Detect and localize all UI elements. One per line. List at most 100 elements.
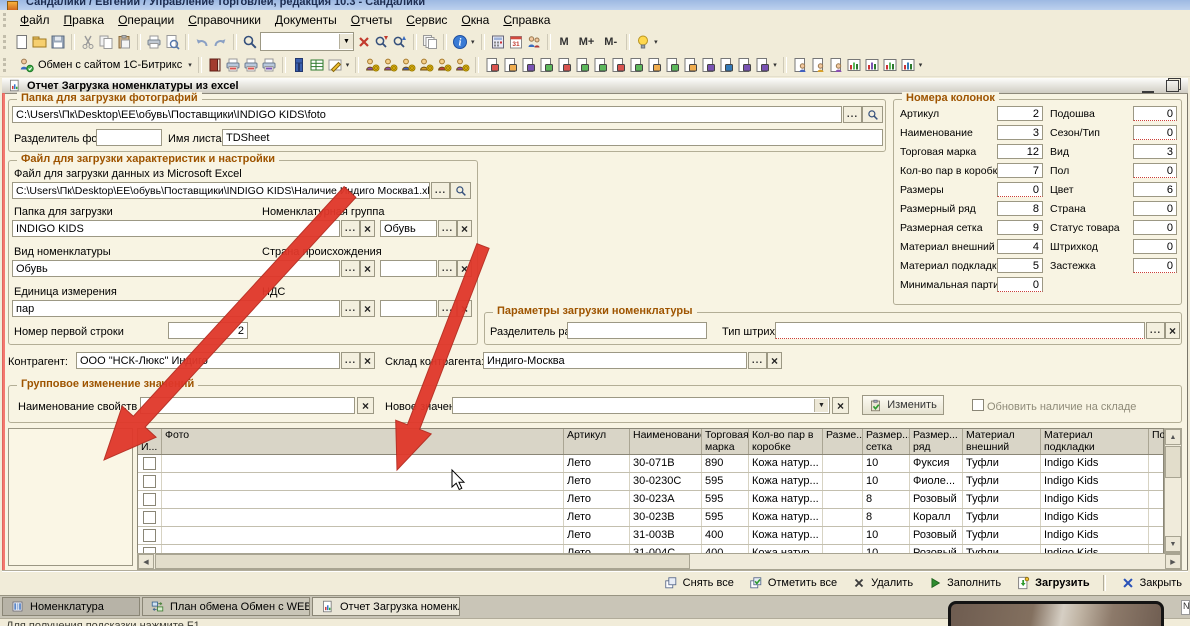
column-number-input-left-9[interactable]: 0	[997, 277, 1043, 292]
barcode-type-input[interactable]	[775, 322, 1145, 339]
excel-file-open-button[interactable]	[450, 182, 471, 199]
doc-export-icon[interactable]	[681, 56, 699, 74]
open-folder-icon[interactable]	[31, 33, 49, 51]
unit-input[interactable]: пар	[12, 300, 340, 317]
nomenclature-table[interactable]: Лето30-071B890Кожа натур...10ФуксияТуфли…	[137, 455, 1164, 553]
chevron-down-icon[interactable]: ▾	[652, 38, 660, 46]
table-header-cell[interactable]: И...	[138, 429, 162, 454]
origin-country-clear-button[interactable]: ×	[457, 260, 472, 277]
nomenclature-group-clear-button[interactable]: ×	[457, 220, 472, 237]
table-row[interactable]: Лето31-004C400Кожа натур...10РозовыйТуфл…	[138, 545, 1164, 553]
table-row[interactable]: Лето30-023B595Кожа натур...8КораллТуфлиI…	[138, 509, 1164, 527]
action-button-4[interactable]: Загрузить	[1014, 574, 1090, 592]
toolbar-grip[interactable]	[3, 13, 9, 27]
unit-browse-button[interactable]: ...	[341, 300, 360, 317]
row-checkbox[interactable]	[143, 529, 156, 542]
load-folder-input[interactable]: INDIGO KIDS	[12, 220, 340, 237]
calculator-icon[interactable]	[489, 33, 507, 51]
vat-input[interactable]	[380, 300, 437, 317]
edit-prices-icon[interactable]	[326, 56, 344, 74]
print-tag-icon[interactable]	[260, 56, 278, 74]
stock-chart-icon[interactable]	[881, 56, 899, 74]
contractor-clear-button[interactable]: ×	[360, 352, 375, 369]
minimize-icon[interactable]	[1142, 82, 1154, 93]
doc-mark-icon[interactable]	[717, 56, 735, 74]
property-name-input[interactable]	[140, 397, 355, 414]
taskbar-tab-1[interactable]: План обмена Обмен с WEB...	[142, 597, 310, 616]
photo-folder-browse-button[interactable]: ...	[843, 106, 862, 123]
print-icon[interactable]	[145, 33, 163, 51]
row-checkbox[interactable]	[143, 457, 156, 470]
column-number-input-right-8[interactable]: 0	[1133, 258, 1177, 273]
doc-check-icon[interactable]	[591, 56, 609, 74]
menu-item-7[interactable]: Окна	[454, 11, 496, 29]
debt-person-icon[interactable]	[827, 56, 845, 74]
new-value-combo[interactable]: ▼	[452, 397, 830, 414]
doc-move-icon[interactable]	[519, 56, 537, 74]
row-checkbox[interactable]	[143, 493, 156, 506]
menu-item-8[interactable]: Справка	[496, 11, 557, 29]
table-header-cell[interactable]: Материал подкладки	[1041, 429, 1149, 454]
nomenclature-kind-clear-button[interactable]: ×	[360, 260, 375, 277]
table-header-cell[interactable]: Фото	[162, 429, 564, 454]
column-number-input-left-1[interactable]: 3	[997, 125, 1043, 140]
toolbar-grip[interactable]	[3, 35, 9, 49]
scroll-up-icon[interactable]: ▲	[1165, 429, 1181, 445]
column-number-input-right-0[interactable]: 0	[1133, 106, 1177, 121]
first-row-input[interactable]: 2	[168, 322, 248, 339]
doc-sale-icon[interactable]	[555, 56, 573, 74]
vscroll-thumb[interactable]	[1165, 446, 1181, 478]
memory-button[interactable]: М+	[574, 35, 600, 49]
row-checkbox[interactable]	[143, 511, 156, 524]
nomenclature-group-input[interactable]: Обувь	[380, 220, 437, 237]
table-header-cell[interactable]: Артикул	[564, 429, 630, 454]
toolbar-grip[interactable]	[3, 58, 9, 72]
scroll-down-icon[interactable]: ▼	[1165, 536, 1181, 552]
unit-clear-button[interactable]: ×	[360, 300, 375, 317]
search-combo[interactable]: ▼	[260, 32, 354, 51]
column-number-input-left-7[interactable]: 4	[997, 239, 1043, 254]
barcode-type-clear-button[interactable]: ×	[1165, 322, 1180, 339]
undo-icon[interactable]	[193, 33, 211, 51]
report-person-icon[interactable]	[791, 56, 809, 74]
doc-scan-icon[interactable]	[753, 56, 771, 74]
find-icon[interactable]	[241, 33, 259, 51]
scroll-left-icon[interactable]: ◀	[138, 554, 154, 569]
print-list-icon[interactable]	[242, 56, 260, 74]
customer-gold-icon[interactable]	[363, 56, 381, 74]
property-name-clear-button[interactable]: ×	[357, 397, 374, 414]
table-header-cell[interactable]: Торговая марка	[702, 429, 749, 454]
doc-invoice-icon[interactable]	[609, 56, 627, 74]
action-button-2[interactable]: Удалить	[850, 574, 913, 592]
doc-import-icon[interactable]	[699, 56, 717, 74]
size-divider-input[interactable]	[567, 322, 707, 339]
order-person-icon[interactable]	[809, 56, 827, 74]
menu-item-0[interactable]: Файл	[13, 11, 57, 29]
print-doc-icon[interactable]	[224, 56, 242, 74]
warehouse-browse-button[interactable]: ...	[748, 352, 767, 369]
column-number-input-right-6[interactable]: 0	[1133, 220, 1177, 235]
menu-item-6[interactable]: Сервис	[399, 11, 454, 29]
save-icon[interactable]	[49, 33, 67, 51]
chevron-down-icon[interactable]: ▼	[339, 34, 353, 49]
cut-icon[interactable]	[79, 33, 97, 51]
print-preview-icon[interactable]	[163, 33, 181, 51]
menu-item-5[interactable]: Отчеты	[344, 11, 400, 29]
change-button[interactable]: Изменить	[862, 395, 944, 415]
origin-country-browse-button[interactable]: ...	[438, 260, 457, 277]
doc-buy-icon[interactable]	[573, 56, 591, 74]
column-number-input-right-1[interactable]: 0	[1133, 125, 1177, 140]
report-book-icon[interactable]	[206, 56, 224, 74]
contractor-browse-button[interactable]: ...	[341, 352, 360, 369]
price-chart-icon[interactable]	[863, 56, 881, 74]
doc-return-icon[interactable]	[537, 56, 555, 74]
bitrix-exchange-button[interactable]: Обмен с сайтом 1С-Битрикс	[13, 55, 186, 75]
column-number-input-left-2[interactable]: 12	[997, 144, 1043, 159]
buyer-gold-icon[interactable]	[399, 56, 417, 74]
table-row[interactable]: Лето30-023A595Кожа натур...8РозовыйТуфли…	[138, 491, 1164, 509]
column-number-input-left-0[interactable]: 2	[997, 106, 1043, 121]
row-checkbox[interactable]	[143, 475, 156, 488]
column-number-input-left-4[interactable]: 0	[997, 182, 1043, 197]
doc-copy-icon[interactable]	[735, 56, 753, 74]
doc-act-icon[interactable]	[627, 56, 645, 74]
